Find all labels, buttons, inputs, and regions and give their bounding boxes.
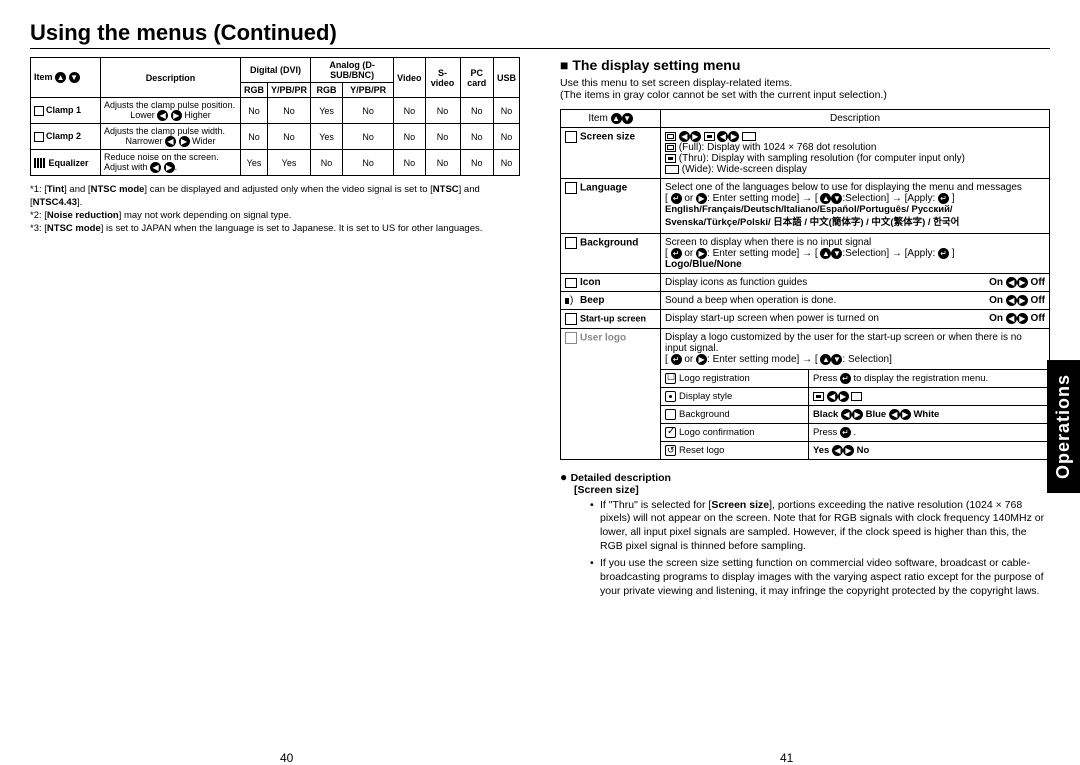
table-row: Screen size (Full): Display with 1024 × … — [561, 128, 1050, 179]
right-icon — [1017, 277, 1028, 288]
right-icon — [1017, 313, 1028, 324]
enter-icon — [671, 248, 682, 259]
left-icon — [889, 409, 900, 420]
logo-confirmation-icon — [665, 427, 676, 438]
startup-icon — [565, 313, 577, 325]
left-icon — [150, 162, 161, 173]
enter-icon — [671, 354, 682, 365]
footnotes: *1: [Tint] and [NTSC mode] can be displa… — [30, 184, 520, 235]
wide-icon — [742, 132, 756, 141]
side-tab-operations: Operations — [1047, 360, 1080, 493]
left-icon — [165, 136, 176, 147]
left-icon — [827, 391, 838, 402]
up-icon — [820, 354, 831, 365]
detailed-description: Detailed description [Screen size] If "T… — [560, 470, 1050, 598]
table-row: Clamp 2 Adjusts the clamp pulse width. N… — [31, 124, 520, 150]
table-row: Beep Sound a beep when operation is done… — [561, 292, 1050, 310]
down-icon — [831, 354, 842, 365]
table-row: Language Select one of the languages bel… — [561, 179, 1050, 234]
enter-icon — [840, 373, 851, 384]
right-icon — [690, 131, 701, 142]
enter-icon — [671, 193, 682, 204]
full-icon — [665, 132, 676, 141]
left-icon — [157, 110, 168, 121]
equalizer-icon — [34, 158, 46, 168]
section-heading: The display setting menu — [560, 57, 1050, 73]
screen-size-icon — [565, 131, 577, 143]
up-icon — [611, 113, 622, 124]
down-icon — [69, 72, 80, 83]
background-sub-icon — [665, 409, 676, 420]
wide-icon — [665, 165, 679, 174]
right-icon — [696, 354, 707, 365]
thru-icon — [704, 132, 715, 141]
language-icon — [565, 182, 577, 194]
right-icon — [838, 391, 849, 402]
down-icon — [831, 193, 842, 204]
down-icon — [831, 248, 842, 259]
userlogo-subtable: Logo registration Press to display the r… — [661, 369, 1049, 459]
right-icon — [728, 131, 739, 142]
clamp-icon — [34, 106, 44, 116]
table-row: Equalizer Reduce noise on the screen. Ad… — [31, 150, 520, 176]
reset-logo-icon — [665, 445, 676, 456]
full-icon — [665, 143, 676, 152]
enter-icon — [938, 248, 949, 259]
up-icon — [820, 248, 831, 259]
clamp-icon — [34, 132, 44, 142]
display-style-icon — [665, 391, 676, 402]
center-icon — [813, 392, 824, 401]
beep-icon — [565, 296, 577, 306]
left-icon — [832, 445, 843, 456]
background-icon — [565, 237, 577, 249]
up-icon — [820, 193, 831, 204]
logo-registration-icon — [665, 373, 676, 384]
right-icon — [1017, 295, 1028, 306]
right-icon — [900, 409, 911, 420]
left-icon — [1006, 295, 1017, 306]
left-icon — [841, 409, 852, 420]
down-icon — [622, 113, 633, 124]
intro-text: Use this menu to set screen display-rela… — [560, 77, 1050, 101]
left-icon — [717, 131, 728, 142]
enter-icon — [840, 427, 851, 438]
right-icon — [843, 445, 854, 456]
right-icon — [852, 409, 863, 420]
table-row: Icon Display icons as function guides On… — [561, 274, 1050, 292]
right-icon — [696, 193, 707, 204]
right-icon — [696, 248, 707, 259]
display-setting-table: Item Description Screen size (Full): Dis… — [560, 109, 1050, 460]
table-row: User logo Display a logo customized by t… — [561, 329, 1050, 459]
page-title: Using the menus (Continued) — [30, 20, 1050, 46]
right-icon — [179, 136, 190, 147]
table-row: Background Screen to display when there … — [561, 234, 1050, 274]
tile-icon — [851, 392, 862, 401]
title-rule — [30, 48, 1050, 49]
compatibility-table: Item Description Digital (DVI) Analog (D… — [30, 57, 520, 176]
right-icon — [171, 110, 182, 121]
icon-icon — [565, 278, 577, 288]
left-icon — [679, 131, 690, 142]
left-icon — [1006, 277, 1017, 288]
up-icon — [55, 72, 66, 83]
left-icon — [1006, 313, 1017, 324]
thru-icon — [665, 154, 676, 163]
right-icon — [164, 162, 175, 173]
table-row: Clamp 1 Adjusts the clamp pulse position… — [31, 98, 520, 124]
userlogo-icon — [565, 332, 577, 344]
enter-icon — [938, 193, 949, 204]
table-row: Start-up screen Display start-up screen … — [561, 310, 1050, 329]
